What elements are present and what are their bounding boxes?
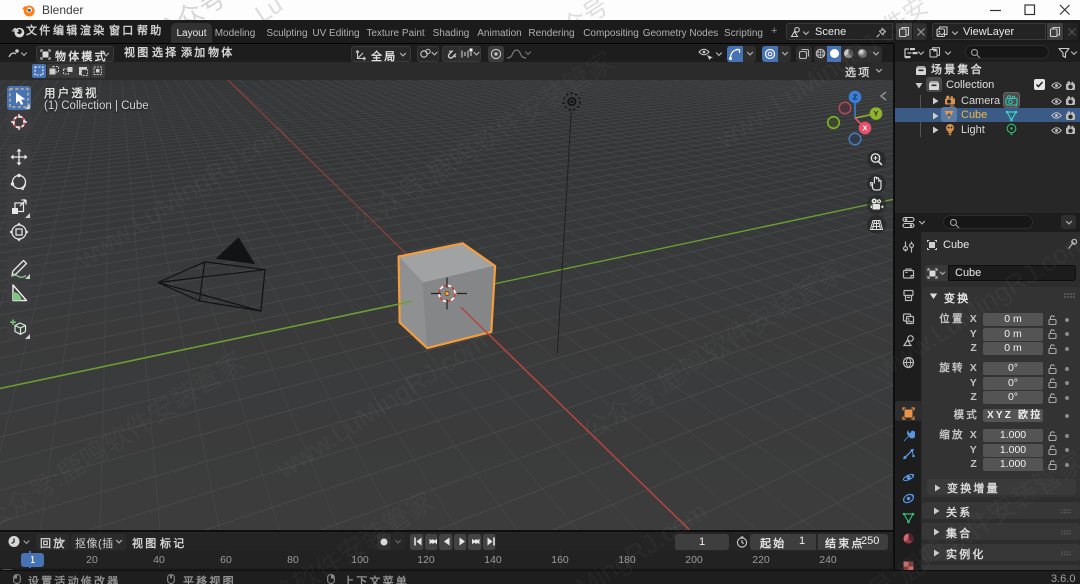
svg-text:Z: Z (853, 92, 858, 101)
svg-text:Y: Y (873, 109, 878, 118)
svg-text:X: X (862, 123, 867, 132)
